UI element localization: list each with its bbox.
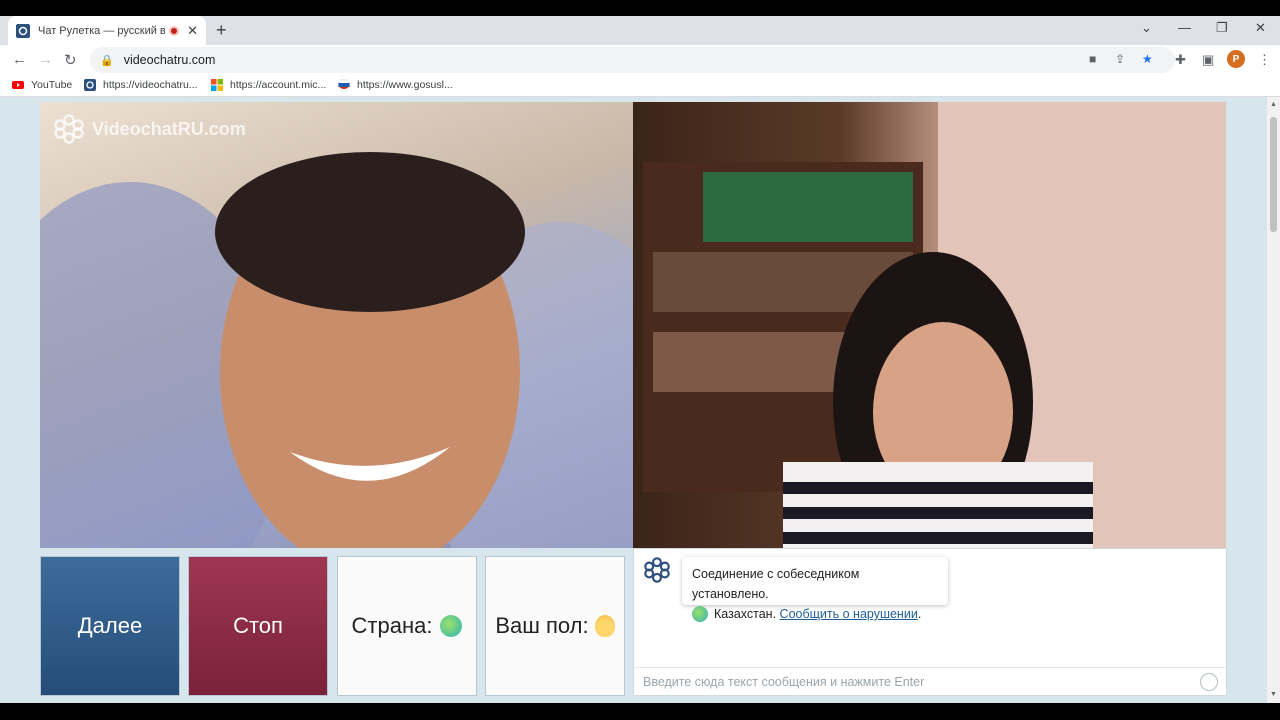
country-name: Казахстан. <box>714 607 777 621</box>
top-black-bar <box>0 0 1280 16</box>
report-period: . <box>917 607 922 621</box>
remote-video <box>633 102 1226 548</box>
page-scrollbar[interactable]: ▲ ▼ <box>1267 97 1280 703</box>
menu-icon[interactable]: ⋮ <box>1258 52 1271 68</box>
new-tab-button[interactable]: + <box>216 20 227 41</box>
tab-search-icon[interactable]: ⌄ <box>1141 20 1152 36</box>
stop-button-label: Стоп <box>233 613 283 638</box>
videochat-page: VideochatRU.com Далее Стоп Страна: Ваш п… <box>0 97 1267 703</box>
remote-video-image <box>643 102 1226 548</box>
chat-input[interactable]: Введите сюда текст сообщения и нажмите E… <box>634 667 1226 695</box>
bottom-black-bar <box>0 703 1280 720</box>
minimize-button[interactable]: — <box>1178 20 1191 35</box>
url-text: videochatru.com <box>123 53 216 67</box>
tab-title: Чат Рулетка — русский вид <box>38 24 166 37</box>
site-logo: VideochatRU.com <box>54 114 246 144</box>
bookmark-label: https://videochatru... <box>103 79 198 91</box>
reload-button[interactable]: ↻ <box>64 51 77 69</box>
bookmark-microsoft[interactable]: https://account.mic... <box>211 79 326 91</box>
lock-icon[interactable]: 🔒 <box>100 54 114 67</box>
emoji-icon[interactable] <box>1200 673 1218 691</box>
browser-toolbar: ← → ↻ 🔒 videochatru.com ■ ⇪ ★ ✚ ▣ P ⋮ <box>0 45 1280 75</box>
gender-button-label: Ваш пол: <box>495 613 589 638</box>
kazakhstan-flag-icon <box>692 606 708 622</box>
local-video-image <box>40 152 633 548</box>
extensions-icon[interactable]: ✚ <box>1175 52 1186 68</box>
woman-emoji-icon <box>594 615 615 637</box>
bookmark-label: https://account.mic... <box>230 79 327 91</box>
browser-tab[interactable]: Чат Рулетка — русский вид ✕ <box>8 16 206 45</box>
report-violation-link[interactable]: Сообщить о нарушении <box>780 604 918 624</box>
microsoft-icon <box>211 79 223 91</box>
stop-button[interactable]: Стоп <box>188 556 328 696</box>
gender-button[interactable]: Ваш пол: <box>485 556 625 696</box>
videochatru-logo-icon <box>54 114 84 144</box>
youtube-icon <box>12 81 24 89</box>
back-button[interactable]: ← <box>12 51 27 68</box>
country-button-label: Страна: <box>351 613 433 638</box>
tab-close-icon[interactable]: ✕ <box>187 23 198 39</box>
side-panel-icon[interactable]: ▣ <box>1202 52 1214 68</box>
scroll-thumb[interactable] <box>1270 117 1277 232</box>
forward-button[interactable]: → <box>38 51 53 68</box>
country-button[interactable]: Страна: <box>337 556 477 696</box>
share-icon[interactable]: ⇪ <box>1115 52 1125 66</box>
bookmark-star-icon[interactable]: ★ <box>1142 52 1153 66</box>
videochatru-icon <box>84 79 96 91</box>
chat-panel: Соединение с собеседником установлено. К… <box>633 548 1227 696</box>
videochatru-icon <box>16 23 30 38</box>
camera-icon[interactable]: ■ <box>1089 52 1096 66</box>
bookmark-label: https://www.gosusl... <box>357 79 453 91</box>
tab-strip: Чат Рулетка — русский вид ✕ + ⌄ — ❐ ✕ <box>0 16 1280 45</box>
connection-status-text: Соединение с собеседником установлено. <box>692 567 860 601</box>
bookmarks-bar: YouTube https://videochatru... https://a… <box>0 75 1280 97</box>
next-button-label: Далее <box>77 613 143 638</box>
globe-icon <box>440 615 463 637</box>
logo-text: VideochatRU.com <box>92 118 246 139</box>
bookmark-videochatru[interactable]: https://videochatru... <box>84 79 198 91</box>
system-avatar-icon <box>644 557 670 583</box>
next-button[interactable]: Далее <box>40 556 180 696</box>
local-video: VideochatRU.com <box>40 102 633 548</box>
chat-input-placeholder: Введите сюда текст сообщения и нажмите E… <box>643 674 925 689</box>
system-message: Соединение с собеседником установлено. К… <box>682 557 948 622</box>
profile-avatar[interactable]: P <box>1227 50 1245 68</box>
close-window-button[interactable]: ✕ <box>1255 20 1266 36</box>
bookmark-youtube[interactable]: YouTube <box>12 79 72 91</box>
recording-icon <box>169 25 180 36</box>
address-bar[interactable]: 🔒 videochatru.com <box>90 47 1175 73</box>
scroll-down-icon[interactable]: ▼ <box>1270 691 1277 698</box>
restore-button[interactable]: ❐ <box>1216 20 1228 36</box>
gosuslugi-icon <box>338 79 350 91</box>
bookmark-label: YouTube <box>31 79 73 91</box>
bookmark-gosuslugi[interactable]: https://www.gosusl... <box>338 79 453 91</box>
scroll-up-icon[interactable]: ▲ <box>1270 101 1277 108</box>
